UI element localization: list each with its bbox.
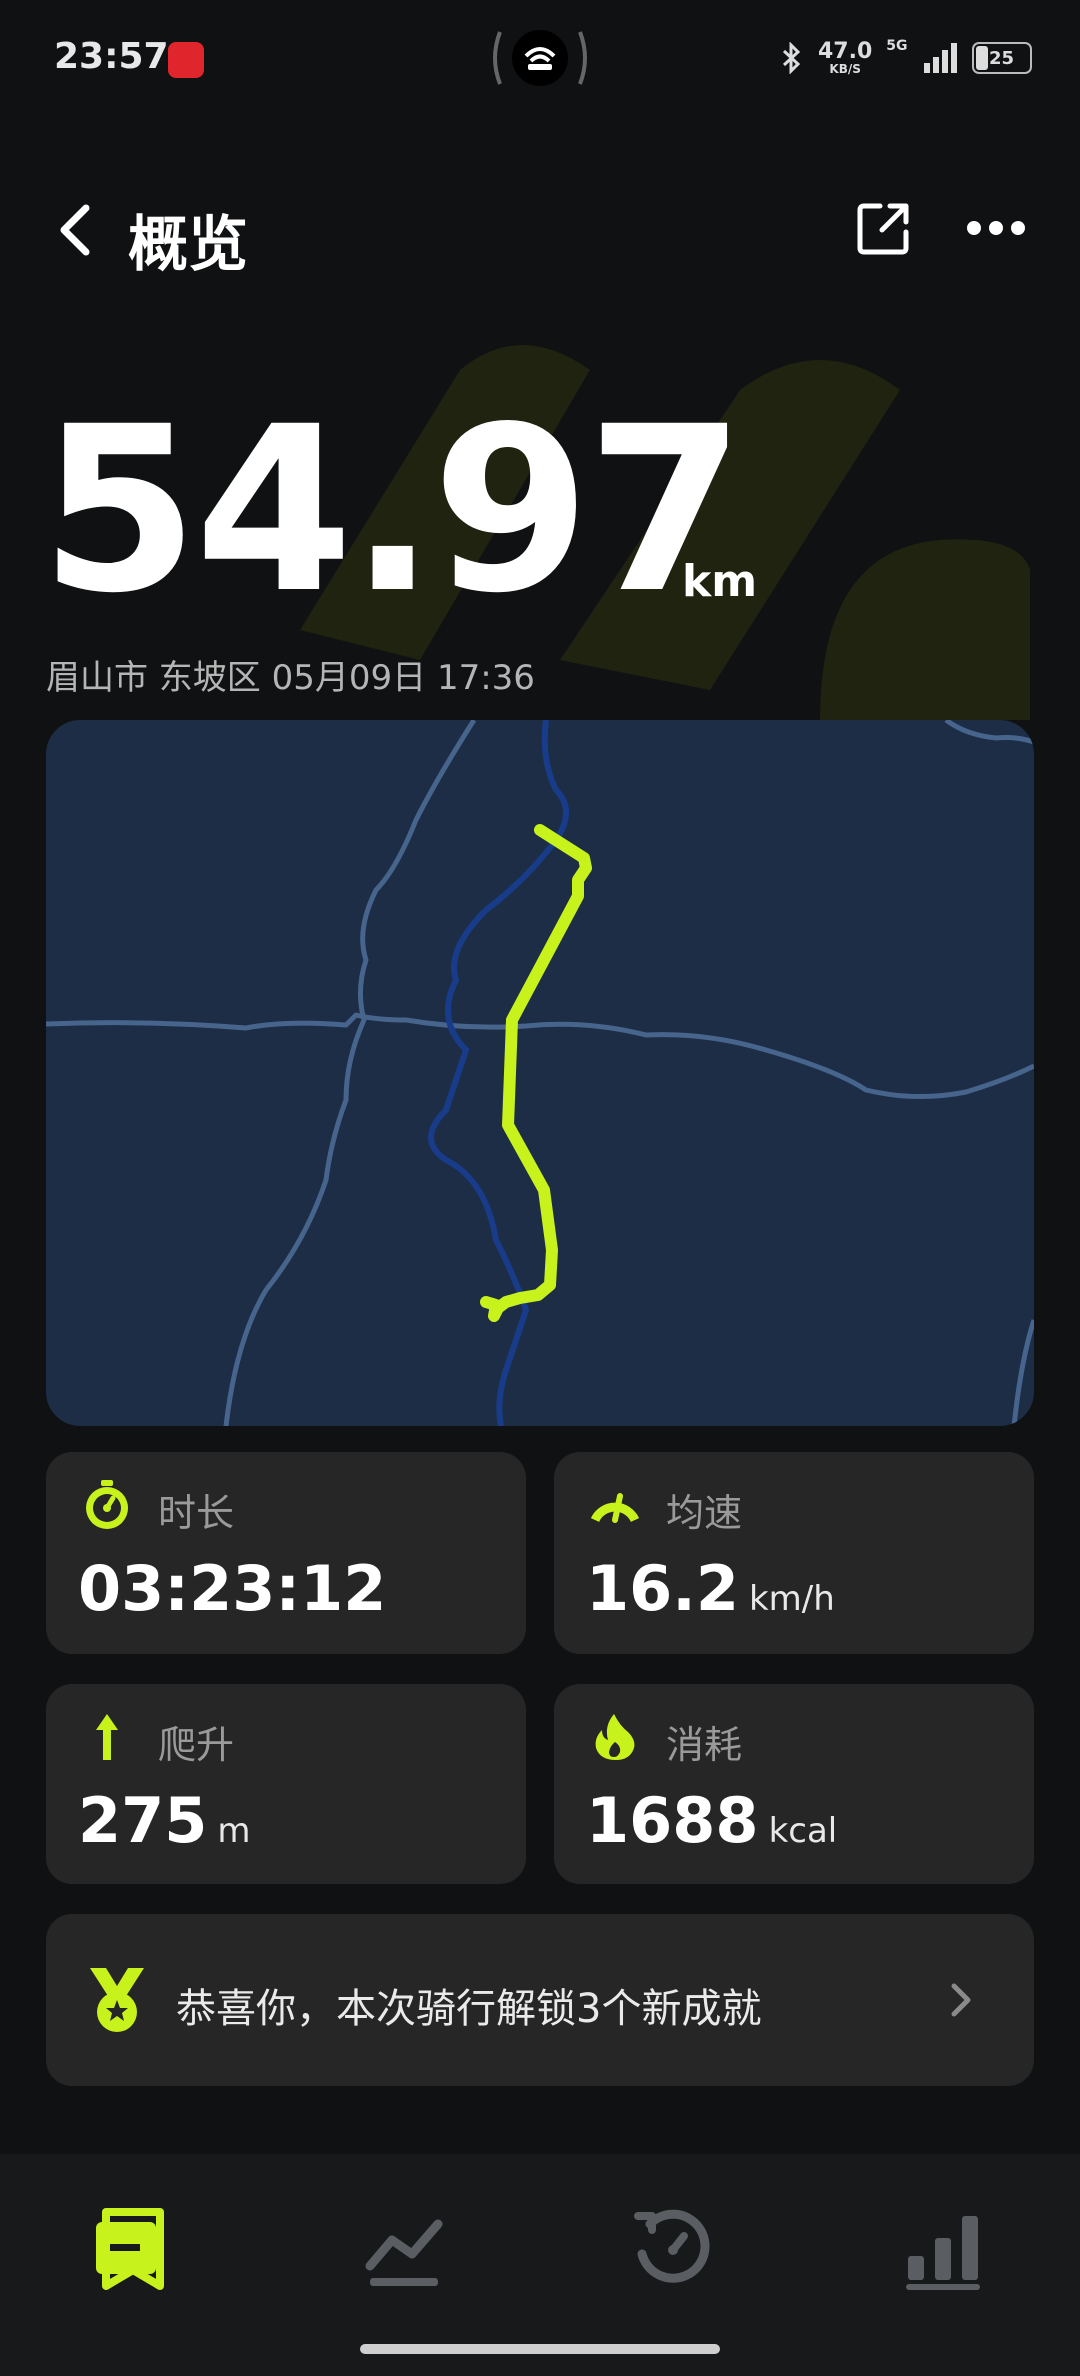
signal-icon [923,43,957,73]
distance-value: 54.97 [40,377,745,643]
stat-unit: km/h [748,1579,835,1619]
stat-value: 03:23:12 [78,1552,387,1625]
nav-trend[interactable] [360,2204,450,2294]
stopwatch-icon [86,1480,128,1529]
stat-card-duration: 时长 03:23:12 [46,1452,526,1654]
stat-label: 时长 [158,1491,235,1535]
flame-icon [595,1714,635,1760]
speedometer-icon [590,1493,640,1523]
stat-label: 均速 [666,1491,743,1535]
bottom-nav [0,2154,1080,2376]
map-road [944,720,1034,745]
map-road [46,1012,1034,1100]
nav-stats[interactable] [898,2204,988,2294]
network-speed-unit: KB/S [829,62,861,76]
chevron-right-icon [951,1983,971,2017]
network-speed-value: 47.0 [818,39,873,64]
back-button[interactable] [52,198,96,262]
status-time: 23:57 [54,36,169,77]
stat-value: 16.2 [586,1552,739,1625]
route-map[interactable] [46,720,1034,1426]
stat-label: 消耗 [666,1723,743,1767]
network-speed: 47.0 KB/S [818,39,873,76]
achievement-text: 恭喜你，本次骑行解锁3个新成就 [176,1986,762,2032]
river [428,720,569,1426]
overview-icon [96,2208,164,2290]
history-icon [634,2209,710,2283]
dynamic-island-icon [493,30,587,86]
stat-card-speed: 均速 16.2 km/h [554,1452,1034,1654]
nav-history[interactable] [628,2204,718,2294]
share-button[interactable] [856,200,912,256]
stat-card-calories: 消耗 1688 kcal [554,1684,1034,1884]
route-track [480,824,592,1322]
stat-unit: kcal [768,1811,838,1851]
bluetooth-icon [782,42,801,74]
stat-card-climb: 爬升 275 m [46,1684,526,1884]
stat-label: 爬升 [158,1723,235,1767]
achievement-banner[interactable]: 恭喜你，本次骑行解锁3个新成就 [46,1914,1034,2086]
arrow-up-icon [96,1714,118,1760]
distance-unit: km [682,556,758,607]
stat-value: 275 [78,1784,208,1857]
status-icons: 47.0 KB/S 5G 25 [780,38,1032,78]
location-date: 眉山市 东坡区 05月09日 17:36 [46,658,535,698]
map-canvas [46,720,1034,1426]
more-button[interactable] [964,206,1028,250]
bar-chart-icon [906,2216,980,2290]
stat-unit: m [217,1811,251,1851]
nav-overview[interactable] [88,2204,178,2294]
home-indicator[interactable] [360,2344,720,2354]
app-notification-icon [168,42,204,78]
map-road [223,720,477,1426]
network-type: 5G [886,38,908,54]
medal-icon [90,1968,144,2032]
battery-level: 25 [988,47,1015,69]
stat-value: 1688 [586,1784,759,1857]
page-title: 概览 [128,210,248,280]
trend-icon [365,2219,443,2286]
map-road [1011,1319,1034,1426]
battery-icon: 25 [971,42,1032,74]
